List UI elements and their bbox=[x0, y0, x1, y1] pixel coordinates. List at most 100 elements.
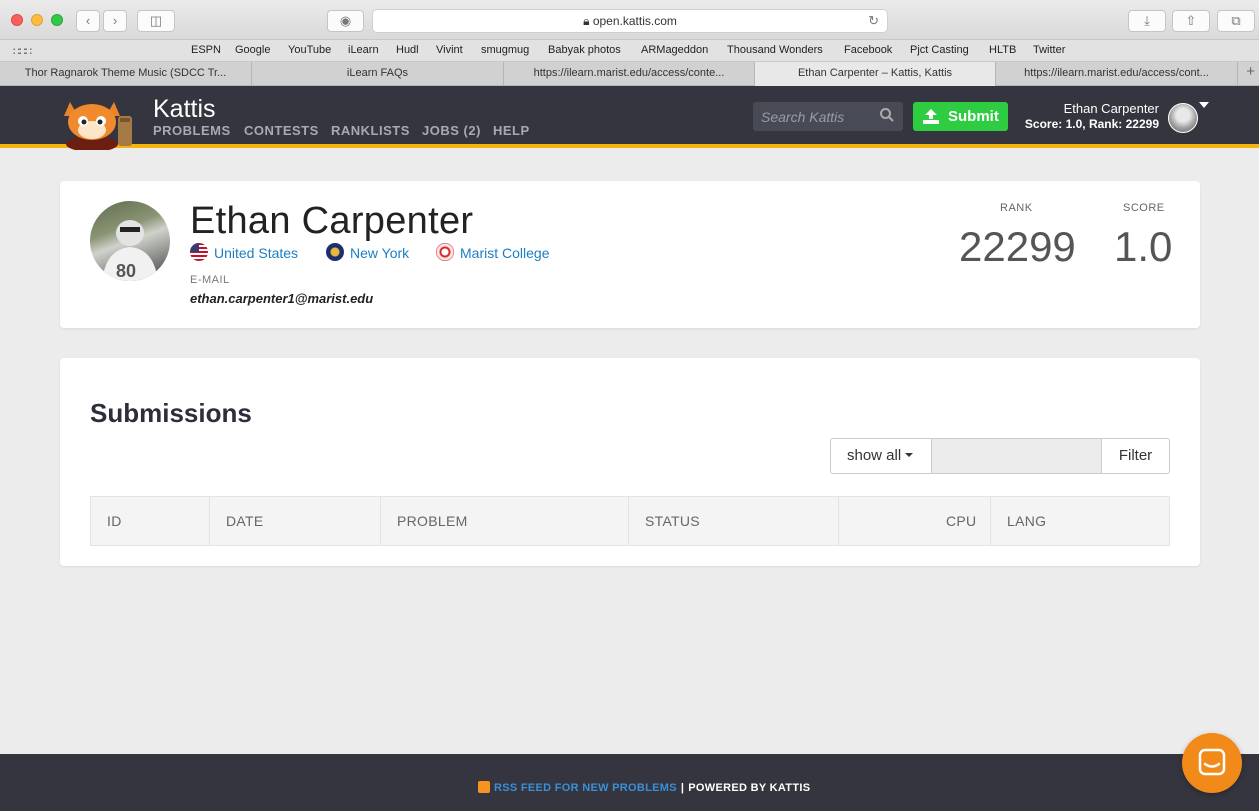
score-label: SCORE bbox=[1123, 202, 1165, 214]
user-score: Score: 1.0, Rank: 22299 bbox=[1024, 117, 1159, 131]
bookmark-item[interactable]: Facebook bbox=[844, 44, 892, 56]
search-icon[interactable] bbox=[879, 107, 895, 123]
powered-by-text: POWERED BY KATTIS bbox=[688, 782, 811, 794]
close-window-button[interactable] bbox=[11, 14, 23, 26]
zoom-window-button[interactable] bbox=[51, 14, 63, 26]
bookmark-item[interactable]: Google bbox=[235, 44, 270, 56]
bookmark-item[interactable]: iLearn bbox=[348, 44, 379, 56]
rss-feed-link[interactable]: RSS FEED FOR NEW PROBLEMS bbox=[494, 782, 677, 794]
submission-filter: show all Filter bbox=[830, 438, 1170, 474]
svg-text:80: 80 bbox=[116, 261, 136, 281]
bookmark-item[interactable]: HLTB bbox=[989, 44, 1016, 56]
column-divider bbox=[990, 497, 991, 545]
browser-tab[interactable]: iLearn FAQs bbox=[252, 62, 504, 86]
column-divider bbox=[209, 497, 210, 545]
share-icon[interactable]: ⇧ bbox=[1172, 10, 1210, 32]
kattis-logo-icon[interactable] bbox=[60, 94, 140, 150]
bookmark-item[interactable]: YouTube bbox=[288, 44, 331, 56]
site-footer: RSS FEED FOR NEW PROBLEMS | POWERED BY KAT… bbox=[0, 754, 1259, 811]
bookmark-item[interactable]: ARMageddon bbox=[641, 44, 708, 56]
user-avatar[interactable] bbox=[1168, 103, 1198, 133]
user-menu-caret-icon[interactable] bbox=[1199, 102, 1209, 108]
nav-problems[interactable]: PROBLEMS bbox=[153, 123, 231, 138]
state-link[interactable]: New York bbox=[326, 243, 409, 261]
bookmark-item[interactable]: Thousand Wonders bbox=[727, 44, 823, 56]
browser-tab[interactable]: Thor Ragnarok Theme Music (SDCC Tr... bbox=[0, 62, 252, 86]
browser-titlebar: ‹ › ◫ ◉ 🔒︎ open.kattis.com ↻ ⤓ ⇧ ⧉ bbox=[0, 0, 1259, 40]
bookmarks-bar: ∷∷∷ ESPN Google YouTube iLearn Hudl Vivi… bbox=[0, 40, 1259, 62]
column-header-status[interactable]: STATUS bbox=[645, 497, 700, 545]
downloads-icon[interactable]: ⤓ bbox=[1128, 10, 1166, 32]
email-label: E-MAIL bbox=[190, 274, 230, 286]
back-button[interactable]: ‹ bbox=[76, 10, 100, 32]
browser-tab[interactable]: https://ilearn.marist.edu/access/cont... bbox=[996, 62, 1238, 86]
forward-button[interactable]: › bbox=[103, 10, 127, 32]
extension-icon[interactable]: ◉ bbox=[327, 10, 364, 32]
submissions-title: Submissions bbox=[90, 398, 252, 428]
country-link[interactable]: United States bbox=[190, 243, 298, 261]
site-brand[interactable]: Kattis bbox=[153, 95, 216, 124]
submissions-card: Submissions show all Filter ID DATE PROB… bbox=[60, 358, 1200, 566]
email-value: ethan.carpenter1@marist.edu bbox=[190, 291, 374, 306]
minimize-window-button[interactable] bbox=[31, 14, 43, 26]
state-label: New York bbox=[350, 245, 410, 261]
country-label: United States bbox=[214, 245, 299, 261]
site-header: Kattis PROBLEMS CONTESTS RANKLISTS JOBS … bbox=[0, 86, 1259, 150]
browser-tab[interactable]: https://ilearn.marist.edu/access/conte..… bbox=[504, 62, 755, 86]
column-header-problem[interactable]: PROBLEM bbox=[397, 497, 468, 545]
caret-down-icon bbox=[905, 453, 914, 457]
school-link[interactable]: Marist College bbox=[436, 243, 549, 261]
nav-ranklists[interactable]: RANKLISTS bbox=[331, 123, 410, 138]
rank-value: 22299 bbox=[959, 223, 1076, 270]
submit-button[interactable]: Submit bbox=[913, 102, 1008, 131]
search-input[interactable] bbox=[753, 102, 873, 131]
filter-input[interactable] bbox=[932, 439, 1102, 473]
show-all-label: show all bbox=[847, 447, 902, 464]
profile-name: Ethan Carpenter bbox=[190, 200, 474, 242]
bookmark-item[interactable]: Pjct Casting bbox=[910, 44, 969, 56]
column-divider bbox=[838, 497, 839, 545]
us-flag-icon bbox=[190, 243, 208, 261]
bookmark-item[interactable]: Hudl bbox=[396, 44, 419, 56]
browser-tab-active[interactable]: Ethan Carpenter – Kattis, Kattis bbox=[755, 62, 996, 86]
bookmark-item[interactable]: Vivint bbox=[436, 44, 463, 56]
new-york-flag-icon bbox=[326, 243, 344, 261]
column-header-id[interactable]: ID bbox=[107, 497, 122, 545]
filter-button[interactable]: Filter bbox=[1102, 439, 1169, 473]
top-sites-grid-icon[interactable]: ∷∷∷ bbox=[13, 45, 32, 58]
bookmark-item[interactable]: ESPN bbox=[191, 44, 221, 56]
column-header-cpu[interactable]: CPU bbox=[946, 497, 976, 545]
sidebar-toggle-icon[interactable]: ◫ bbox=[137, 10, 175, 32]
nav-contests[interactable]: CONTESTS bbox=[244, 123, 319, 138]
nav-help[interactable]: HELP bbox=[493, 123, 530, 138]
address-bar[interactable]: 🔒︎ open.kattis.com ↻ bbox=[372, 9, 888, 33]
rss-icon bbox=[478, 781, 490, 793]
reload-icon[interactable]: ↻ bbox=[868, 10, 879, 32]
profile-avatar: 80 bbox=[90, 201, 170, 281]
lock-icon: 🔒︎ bbox=[583, 14, 593, 28]
user-name[interactable]: Ethan Carpenter bbox=[1064, 101, 1159, 116]
chat-icon bbox=[1198, 748, 1226, 776]
submit-label: Submit bbox=[948, 108, 999, 125]
site-search bbox=[753, 102, 903, 131]
bookmark-item[interactable]: smugmug bbox=[481, 44, 529, 56]
bookmark-item[interactable]: Twitter bbox=[1033, 44, 1065, 56]
upload-icon bbox=[923, 109, 939, 124]
profile-card: 80 Ethan Carpenter United States New Yor… bbox=[60, 181, 1200, 328]
show-all-dropdown[interactable]: show all bbox=[831, 439, 932, 473]
tab-strip: Thor Ragnarok Theme Music (SDCC Tr... iL… bbox=[0, 62, 1259, 86]
chat-launcher-button[interactable] bbox=[1182, 733, 1242, 793]
tabs-overview-icon[interactable]: ⧉ bbox=[1217, 10, 1255, 32]
school-seal-icon bbox=[436, 243, 454, 261]
rank-label: RANK bbox=[1000, 202, 1033, 214]
bookmark-item[interactable]: Babyak photos bbox=[548, 44, 621, 56]
score-value: 1.0 bbox=[1114, 223, 1173, 270]
submissions-table-header: ID DATE PROBLEM STATUS CPU LANG bbox=[90, 496, 1170, 546]
column-header-lang[interactable]: LANG bbox=[1007, 497, 1046, 545]
column-header-date[interactable]: DATE bbox=[226, 497, 264, 545]
column-divider bbox=[628, 497, 629, 545]
new-tab-icon[interactable]: + bbox=[1246, 63, 1255, 80]
url-text: open.kattis.com bbox=[592, 14, 677, 28]
column-divider bbox=[380, 497, 381, 545]
nav-jobs[interactable]: JOBS (2) bbox=[422, 123, 481, 138]
